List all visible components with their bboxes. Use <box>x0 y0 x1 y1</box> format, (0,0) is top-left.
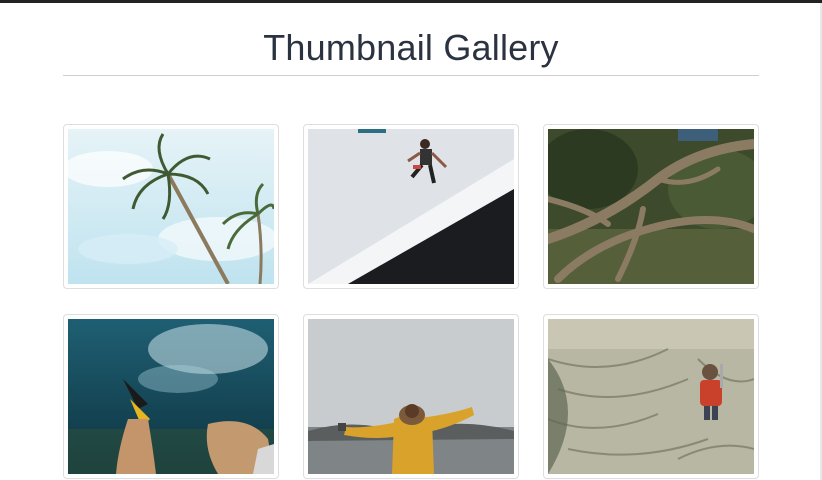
title-divider <box>63 75 759 76</box>
thumbnail-image-woman-arms-out <box>308 319 514 474</box>
thumbnail-image-underwater-swimmer <box>68 319 274 474</box>
thumbnail-image-tree-branches <box>548 129 754 284</box>
thumbnail-child-in-grass[interactable] <box>543 314 759 479</box>
thumbnail-tree-branches[interactable] <box>543 124 759 289</box>
page-title: Thumbnail Gallery <box>263 27 559 68</box>
thumbnail-image-jumping-man <box>308 129 514 284</box>
thumbnail-underwater-swimmer[interactable] <box>63 314 279 479</box>
thumbnail-jumping-man[interactable] <box>303 124 519 289</box>
thumbnail-image-child-in-grass <box>548 319 754 474</box>
top-bar <box>0 0 822 3</box>
thumbnail-palm-trees[interactable] <box>63 124 279 289</box>
thumbnail-image-palm-trees <box>68 129 274 284</box>
thumbnail-woman-arms-out[interactable] <box>303 314 519 479</box>
